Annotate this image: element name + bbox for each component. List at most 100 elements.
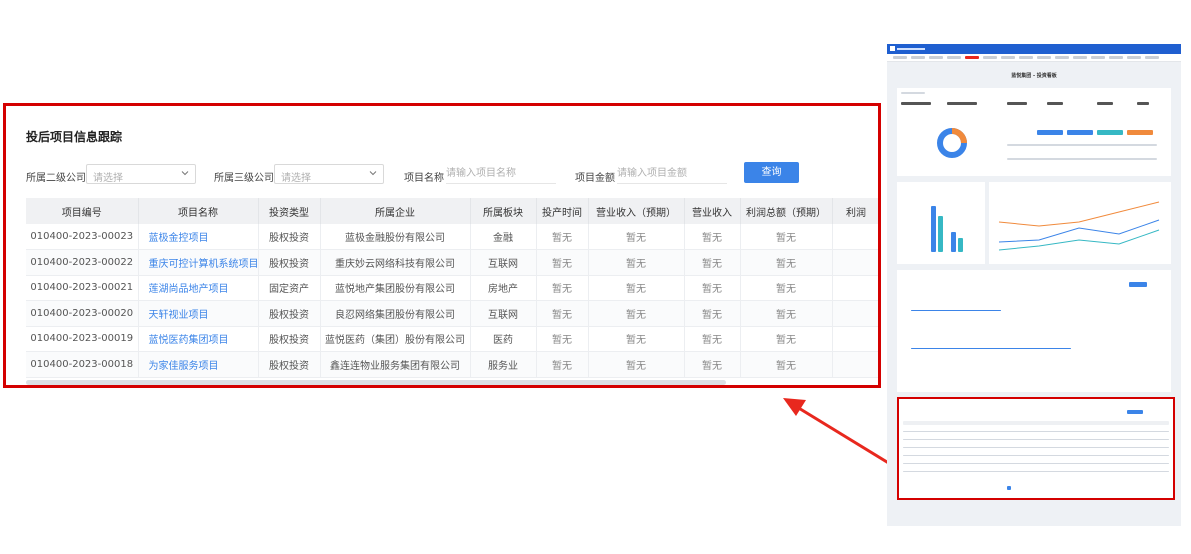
filter-row: 所属二级公司 请选择 所属三级公司 请选择 项目名称 项目金额 <box>20 162 878 186</box>
profit-expected: 暂无 <box>740 300 833 327</box>
table-row: 010400-2023-00019 蓝悦医药集团项目 股权投资 蓝悦医药（集团）… <box>26 326 878 352</box>
project-code: 010400-2023-00019 <box>26 326 139 352</box>
highlight-frame-thumb <box>897 397 1175 500</box>
thumb-nav <box>887 54 1181 62</box>
investment-type: 股权投资 <box>258 249 321 276</box>
horizontal-scrollbar[interactable] <box>26 380 726 385</box>
chevron-down-icon <box>181 171 189 176</box>
level3-company-placeholder: 请选择 <box>281 173 311 184</box>
column-header: 营业收入 <box>684 198 741 224</box>
sector: 医药 <box>470 326 537 352</box>
brand-logo-icon <box>890 46 925 51</box>
table-row: 010400-2023-00018 为家佳服务项目 股权投资 鑫连连物业服务集团… <box>26 351 878 378</box>
project-name-link[interactable]: 为家佳服务项目 <box>138 351 259 378</box>
dashboard-thumbnail: 蓝悦集团 - 投资看板 <box>887 44 1181 526</box>
revenue-expected: 暂无 <box>588 275 685 301</box>
query-button[interactable]: 查询 <box>744 162 799 183</box>
company-name: 鑫连连物业服务集团有限公司 <box>320 351 471 378</box>
profit-expected: 暂无 <box>740 326 833 352</box>
level3-company-select[interactable]: 请选择 <box>274 164 384 184</box>
project-code: 010400-2023-00023 <box>26 224 139 250</box>
column-header: 利润总额（预期） <box>740 198 833 224</box>
project-table: 项目编号 项目名称 投资类型 所属企业 所属板块 投产时间 营业收入（预期） 营… <box>26 198 878 378</box>
revenue: 暂无 <box>684 249 741 276</box>
project-name-field[interactable] <box>446 164 556 184</box>
chevron-down-icon <box>369 171 377 176</box>
sector: 金融 <box>470 224 537 250</box>
revenue: 暂无 <box>684 275 741 301</box>
revenue: 暂无 <box>684 326 741 352</box>
revenue: 暂无 <box>684 224 741 250</box>
sector: 房地产 <box>470 275 537 301</box>
investment-type: 固定资产 <box>258 275 321 301</box>
revenue: 暂无 <box>684 351 741 378</box>
revenue-expected: 暂无 <box>588 300 685 327</box>
level2-company-label: 所属二级公司 <box>26 173 86 184</box>
project-name-input[interactable] <box>446 164 556 182</box>
production-time: 暂无 <box>536 275 589 301</box>
company-name: 蓝极金融股份有限公司 <box>320 224 471 250</box>
column-header: 利润 <box>832 198 878 224</box>
post-investment-tracking-panel: 投后项目信息跟踪 所属二级公司 请选择 所属三级公司 请选择 项目名称 项目金额 <box>20 116 878 385</box>
profit <box>832 351 878 378</box>
profit-expected: 暂无 <box>740 224 833 250</box>
project-name-link[interactable]: 莲湖尚品地产项目 <box>138 275 259 301</box>
thumb-page-title: 蓝悦集团 - 投资看板 <box>1011 73 1057 79</box>
column-header: 项目名称 <box>138 198 259 224</box>
table-row: 010400-2023-00022 重庆可控计算机系统项目 股权投资 重庆妙云网… <box>26 249 878 276</box>
revenue-expected: 暂无 <box>588 351 685 378</box>
project-name-link[interactable]: 天轩视业项目 <box>138 300 259 327</box>
project-amount-input[interactable] <box>617 164 727 182</box>
project-amount-field[interactable] <box>617 164 727 184</box>
profit-expected: 暂无 <box>740 275 833 301</box>
panel-title: 投后项目信息跟踪 <box>26 130 123 144</box>
investment-type: 股权投资 <box>258 300 321 327</box>
thumb-timeline-card <box>897 270 1171 392</box>
production-time: 暂无 <box>536 300 589 327</box>
investment-type: 股权投资 <box>258 224 321 250</box>
column-header: 项目编号 <box>26 198 139 224</box>
column-header: 营业收入（预期） <box>588 198 685 224</box>
table-header-row: 项目编号 项目名称 投资类型 所属企业 所属板块 投产时间 营业收入（预期） 营… <box>26 198 878 224</box>
project-code: 010400-2023-00020 <box>26 300 139 327</box>
profit <box>832 300 878 327</box>
thumb-stats-card <box>897 88 1171 176</box>
thumb-line-chart <box>989 182 1171 264</box>
investment-type: 股权投资 <box>258 326 321 352</box>
sector: 互联网 <box>470 300 537 327</box>
production-time: 暂无 <box>536 249 589 276</box>
sector: 互联网 <box>470 249 537 276</box>
column-header: 所属企业 <box>320 198 471 224</box>
production-time: 暂无 <box>536 224 589 250</box>
profit <box>832 275 878 301</box>
project-name-link[interactable]: 重庆可控计算机系统项目 <box>138 249 259 276</box>
revenue: 暂无 <box>684 300 741 327</box>
project-name-label: 项目名称 <box>404 173 444 184</box>
revenue-expected: 暂无 <box>588 224 685 250</box>
thumb-bar-chart <box>897 182 985 264</box>
revenue-expected: 暂无 <box>588 249 685 276</box>
profit <box>832 249 878 276</box>
project-name-link[interactable]: 蓝悦医药集团项目 <box>138 326 259 352</box>
table-row: 010400-2023-00023 蓝极金控项目 股权投资 蓝极金融股份有限公司… <box>26 224 878 250</box>
project-code: 010400-2023-00018 <box>26 351 139 378</box>
company-name: 良忍网络集团股份有限公司 <box>320 300 471 327</box>
highlight-frame-zoom: 投后项目信息跟踪 所属二级公司 请选择 所属三级公司 请选择 项目名称 项目金额 <box>3 103 881 388</box>
level3-company-label: 所属三级公司 <box>214 173 274 184</box>
level2-company-select[interactable]: 请选择 <box>86 164 196 184</box>
profit-expected: 暂无 <box>740 249 833 276</box>
column-header: 投资类型 <box>258 198 321 224</box>
screenshot-stage: 投后项目信息跟踪 所属二级公司 请选择 所属三级公司 请选择 项目名称 项目金额 <box>0 0 1191 554</box>
level2-company-placeholder: 请选择 <box>93 173 123 184</box>
column-header: 投产时间 <box>536 198 589 224</box>
profit <box>832 326 878 352</box>
sector: 服务业 <box>470 351 537 378</box>
project-amount-label: 项目金额 <box>575 173 615 184</box>
profit <box>832 224 878 250</box>
project-name-link[interactable]: 蓝极金控项目 <box>138 224 259 250</box>
company-name: 蓝悦医药（集团）股份有限公司 <box>320 326 471 352</box>
thumb-donut-icon <box>937 128 967 158</box>
project-code: 010400-2023-00022 <box>26 249 139 276</box>
company-name: 蓝悦地产集团股份有限公司 <box>320 275 471 301</box>
company-name: 重庆妙云网络科技有限公司 <box>320 249 471 276</box>
